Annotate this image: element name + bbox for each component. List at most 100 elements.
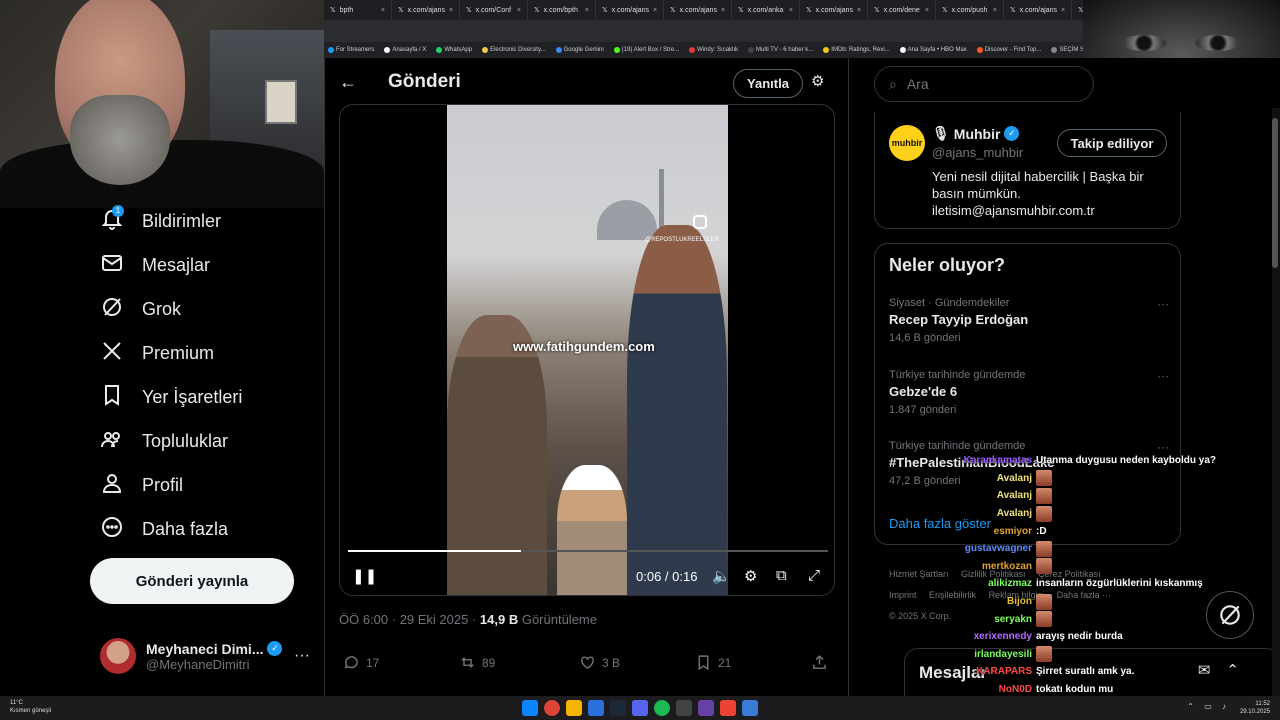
close-tab-icon[interactable]: × xyxy=(925,7,929,14)
share-action[interactable] xyxy=(811,654,828,671)
bookmark-icon xyxy=(698,655,709,671)
browser-tab[interactable]: 𝕏x.com/bpth × xyxy=(528,0,596,20)
close-tab-icon[interactable]: × xyxy=(789,7,793,14)
app-icon[interactable] xyxy=(720,700,736,716)
sidebar-item-messages[interactable]: Mesajlar xyxy=(100,250,210,280)
chat-username: esmiyor xyxy=(993,525,1032,537)
close-tab-icon[interactable]: × xyxy=(1061,7,1065,14)
close-tab-icon[interactable]: × xyxy=(857,7,861,14)
browser-address-bar[interactable] xyxy=(324,20,1084,42)
trend-item[interactable]: Türkiye tarihinde gündemde Gebze'de 6 1.… xyxy=(889,369,1169,416)
bookmark-item[interactable]: Multi TV - 6 haber k... xyxy=(748,47,813,53)
picture-in-picture-icon[interactable]: ⧉ xyxy=(776,567,787,584)
app-icon[interactable] xyxy=(742,700,758,716)
video-progress-bar[interactable] xyxy=(348,550,828,552)
muhbir-logo[interactable]: muhbir xyxy=(889,125,925,161)
reply-action[interactable]: 17 xyxy=(343,654,379,671)
favicon-icon xyxy=(689,47,696,53)
close-tab-icon[interactable]: × xyxy=(993,7,997,14)
bookmark-item[interactable]: Ana Sayfa • HBO Max xyxy=(899,47,967,53)
video-frame[interactable]: @REPOSTLUKREELSLER www.fatihgundem.com xyxy=(447,105,728,595)
tab-label: x.com/dene xyxy=(883,6,920,14)
browser-tab[interactable]: 𝕏x.com/anka × xyxy=(732,0,800,20)
following-button[interactable]: Takip ediliyor xyxy=(1057,129,1167,157)
start-menu-icon[interactable] xyxy=(522,700,538,716)
volume-icon[interactable]: 🔈 xyxy=(712,567,731,585)
bookmark-item[interactable]: Electronic Diversity... xyxy=(482,47,546,53)
fullscreen-icon[interactable]: ⤢ xyxy=(808,567,820,584)
bookmark-item[interactable]: Anasayfa / X xyxy=(384,47,426,53)
browser-tab[interactable]: 𝕏x.com/ajans × xyxy=(664,0,732,20)
close-tab-icon[interactable]: × xyxy=(653,7,657,14)
bookmark-label: Discover - Find Top... xyxy=(984,47,1042,53)
system-tray[interactable]: ⌃ ▭ ♪ xyxy=(1187,702,1230,711)
reply-settings-icon[interactable]: ⚙ xyxy=(811,72,824,90)
sidebar-item-profile[interactable]: Profil xyxy=(100,470,183,500)
weather-widget[interactable]: 11°C Kısmen güneşli xyxy=(10,699,51,715)
trend-title: Gebze'de 6 xyxy=(889,384,958,399)
bookmark-item[interactable]: Discover - Find Top... xyxy=(976,47,1042,53)
post-timestamp[interactable]: ÖÖ 6:00 · 29 Eki 2025 · xyxy=(339,612,480,627)
chrome-icon[interactable] xyxy=(544,700,560,716)
search-input[interactable]: ⌕ Ara xyxy=(874,66,1094,102)
like-action[interactable]: 3 B xyxy=(579,654,620,671)
bookmark-icon xyxy=(100,383,124,412)
back-arrow-icon[interactable]: ← xyxy=(339,72,357,93)
file-explorer-icon[interactable] xyxy=(566,700,582,716)
reply-button[interactable]: Yanıtla xyxy=(733,69,803,98)
reply-count: 17 xyxy=(366,655,380,670)
bookmark-item[interactable]: SEÇİM S xyxy=(1051,47,1084,53)
sidebar-item-notifications[interactable]: 1 Bildirimler xyxy=(100,204,221,236)
bookmark-item[interactable]: (19) Alert Box / Stre... xyxy=(613,47,679,53)
settings-gear-icon[interactable]: ⚙ xyxy=(744,567,757,585)
trend-item[interactable]: Siyaset · Gündemdekiler Recep Tayyip Erd… xyxy=(889,297,1169,344)
browser-tab[interactable]: 𝕏x.com/ajans × xyxy=(392,0,460,20)
twitch-icon[interactable] xyxy=(698,700,714,716)
post-button[interactable]: Gönderi yayınla xyxy=(90,558,294,604)
bookmark-item[interactable]: WhatsApp xyxy=(436,47,472,53)
browser-tab[interactable]: 𝕏x.com/ajans × xyxy=(800,0,868,20)
browser-tab[interactable]: 𝕏x.com/dene × xyxy=(868,0,936,20)
pause-icon[interactable]: ❚❚ xyxy=(352,567,377,585)
close-tab-icon[interactable]: × xyxy=(517,7,521,14)
taskbar-clock[interactable]: 11:52 29.10.2025 xyxy=(1240,700,1270,716)
steam-icon[interactable] xyxy=(610,700,626,716)
video-player[interactable]: @REPOSTLUKREELSLER www.fatihgundem.com ❚… xyxy=(339,104,835,596)
repost-action[interactable]: 89 xyxy=(459,654,495,671)
account-switcher[interactable]: Meyhaneci Dimi... ✓ @MeyhaneDimitri ··· xyxy=(100,634,310,678)
chat-username: irlandayesili xyxy=(974,648,1032,660)
sidebar-item-more[interactable]: Daha fazla xyxy=(100,514,228,544)
scrollbar-thumb[interactable] xyxy=(1272,118,1278,268)
sidebar-item-premium[interactable]: Premium xyxy=(100,338,214,368)
browser-tab[interactable]: 𝕏x.com/Conf × xyxy=(460,0,528,20)
chat-message: seryakn xyxy=(950,610,1280,628)
bookmark-item[interactable]: Google Gemini xyxy=(555,47,604,53)
bookmark-item[interactable]: IMDb: Ratings, Revi... xyxy=(823,47,890,53)
browser-tab[interactable]: 𝕏x.com/ajans × xyxy=(596,0,664,20)
bookmark-item[interactable]: For Streamers xyxy=(328,47,374,53)
bookmark-item[interactable]: Windy: Sıcaklık xyxy=(689,47,738,53)
profile-name[interactable]: 🎙 Muhbir ✓ xyxy=(932,125,1020,142)
sidebar-item-grok[interactable]: Grok xyxy=(100,294,181,324)
more-options-icon[interactable]: ··· xyxy=(1157,369,1169,383)
browser-tab[interactable]: 𝕏x.com/push × xyxy=(936,0,1004,20)
more-options-icon[interactable]: ··· xyxy=(1157,297,1169,311)
close-tab-icon[interactable]: × xyxy=(585,7,589,14)
footer-link[interactable]: Imprint xyxy=(889,590,917,600)
close-tab-icon[interactable]: × xyxy=(381,7,385,14)
browser-tab[interactable]: 𝕏x.com/ajans × xyxy=(1004,0,1072,20)
spotify-icon[interactable] xyxy=(654,700,670,716)
sidebar-item-communities[interactable]: Topluluklar xyxy=(100,426,228,456)
bookmark-action[interactable]: 21 xyxy=(695,654,731,671)
reply-icon xyxy=(344,656,358,669)
discord-icon[interactable] xyxy=(632,700,648,716)
close-tab-icon[interactable]: × xyxy=(721,7,725,14)
trend-category: Türkiye tarihinde gündemde xyxy=(889,440,1026,452)
browser-tab[interactable]: 𝕏bpth × xyxy=(324,0,392,20)
footer-link[interactable]: Hizmet Şartları xyxy=(889,569,949,579)
more-options-icon[interactable]: ··· xyxy=(294,647,310,665)
app-icon[interactable] xyxy=(676,700,692,716)
app-icon[interactable] xyxy=(588,700,604,716)
close-tab-icon[interactable]: × xyxy=(449,7,453,14)
sidebar-item-bookmarks[interactable]: Yer İşaretleri xyxy=(100,382,242,412)
